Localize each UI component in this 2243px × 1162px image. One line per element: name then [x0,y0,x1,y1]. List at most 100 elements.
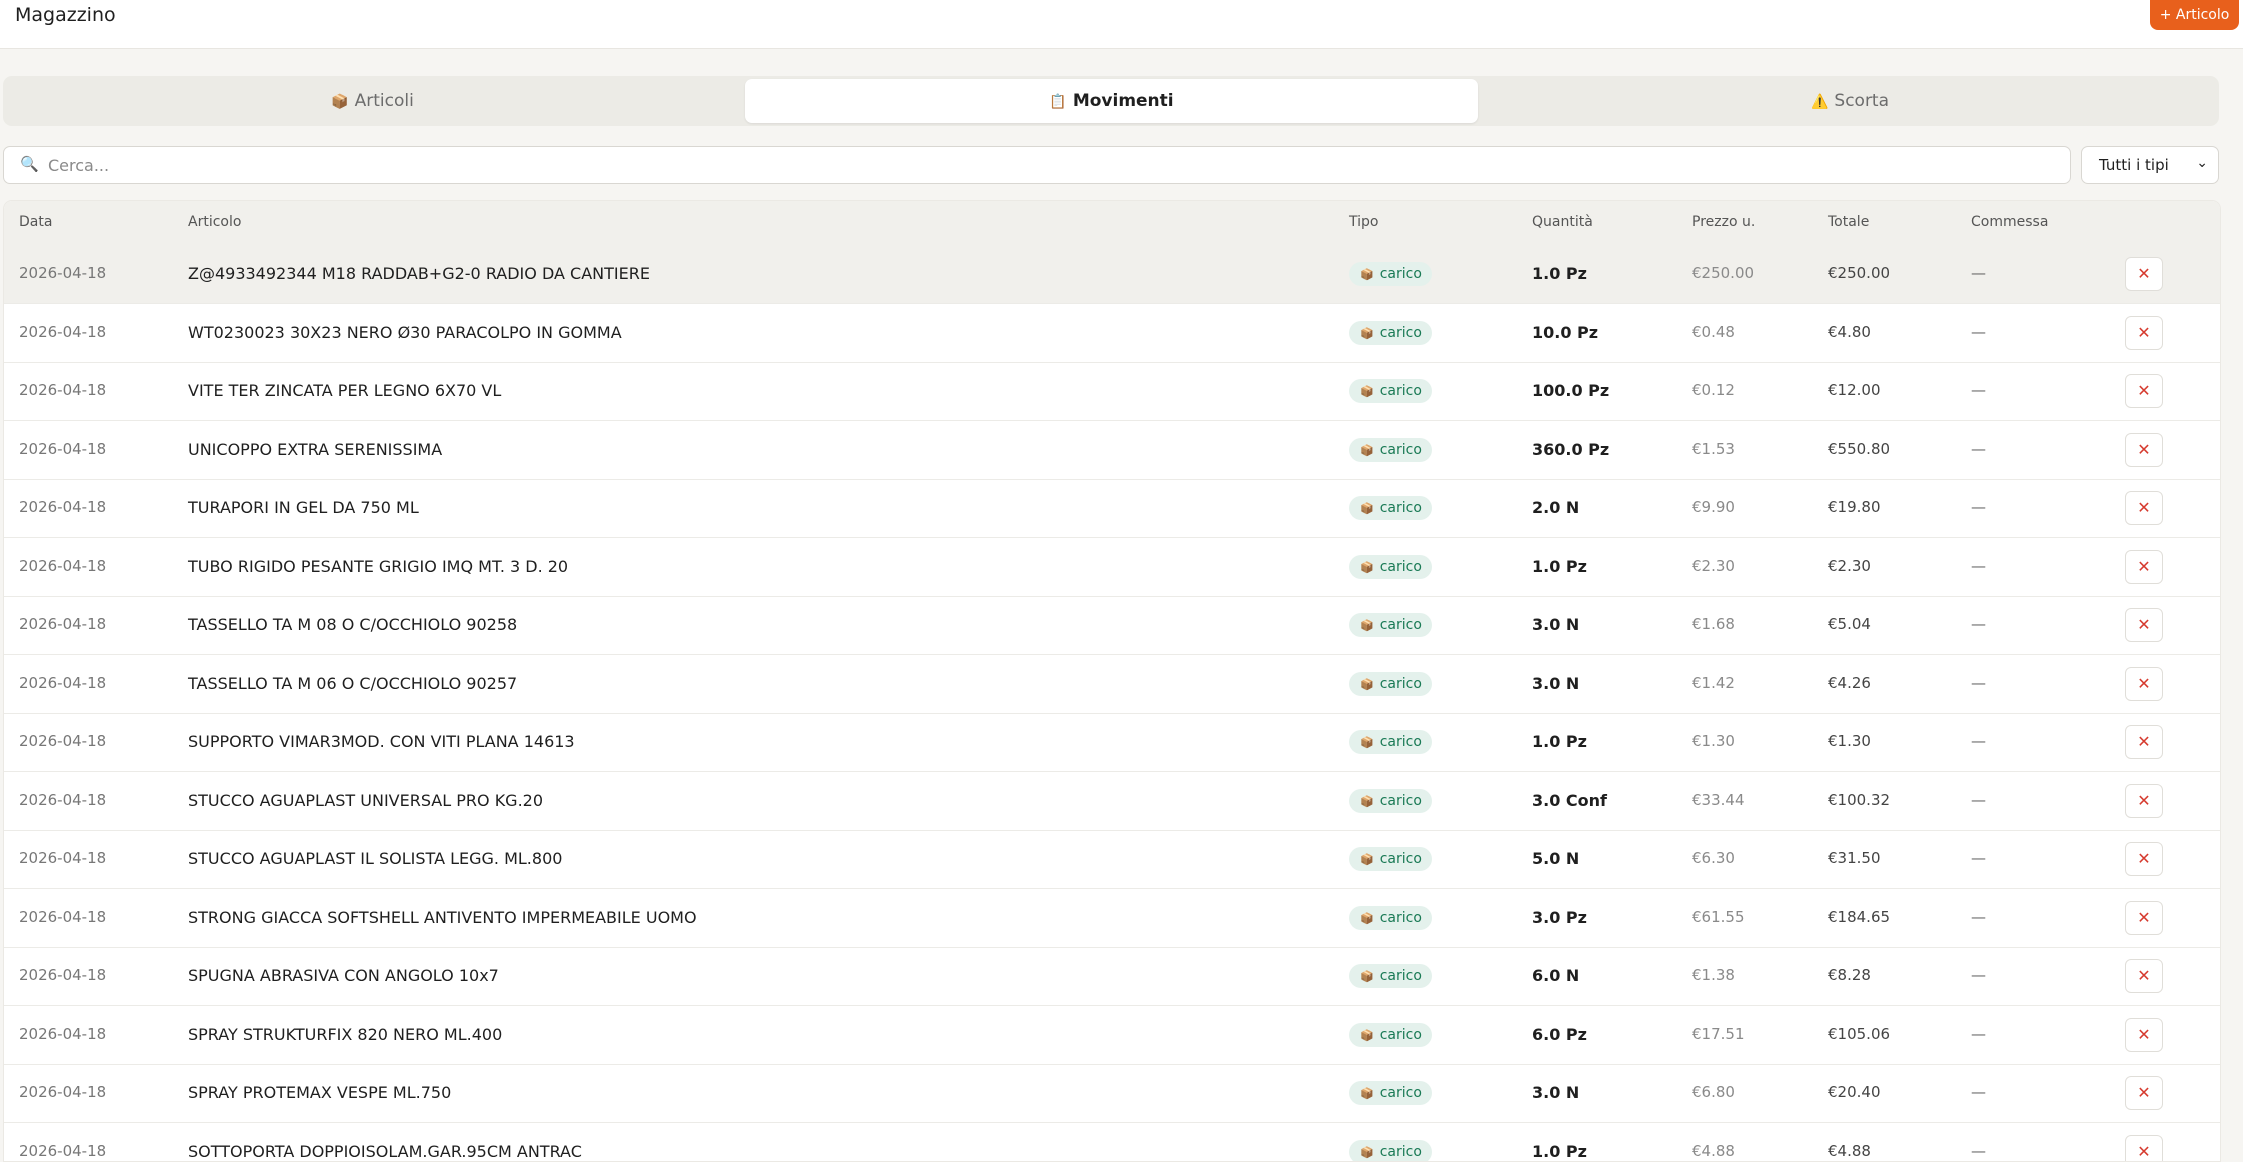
cell-quantity: 1.0 Pz [1532,732,1587,751]
cell-quantity: 3.0 Pz [1532,908,1587,927]
cell-unit-price: €1.53 [1692,440,1735,458]
tab-scorta[interactable]: ⚠️Scorta [1481,79,2219,123]
package-icon: 📦 [1360,970,1374,983]
delete-button[interactable]: ✕ [2125,1076,2163,1110]
cell-unit-price: €1.30 [1692,732,1735,750]
cell-unit-price: €1.42 [1692,674,1735,692]
table-row[interactable]: 2026-04-18STRONG GIACCA SOFTSHELL ANTIVE… [4,889,2220,948]
type-label: carico [1380,559,1422,575]
table-row[interactable]: 2026-04-18STUCCO AGUAPLAST UNIVERSAL PRO… [4,772,2220,831]
table-row[interactable]: 2026-04-18WT0230023 30X23 NERO Ø30 PARAC… [4,304,2220,363]
package-icon: 📦 [1360,1087,1374,1100]
delete-button[interactable]: ✕ [2125,550,2163,584]
type-badge: 📦 carico [1349,379,1432,403]
tab-articoli[interactable]: 📦Articoli [3,79,742,123]
package-icon: 📦 [1360,736,1374,749]
cell-total: €100.32 [1828,791,1890,809]
delete-button[interactable]: ✕ [2125,257,2163,291]
table-row[interactable]: 2026-04-18Z@4933492344 M18 RADDAB+G2-0 R… [4,245,2220,304]
cell-total: €184.65 [1828,908,1890,926]
delete-button[interactable]: ✕ [2125,433,2163,467]
header-commessa: Commessa [1971,214,2048,230]
table-row[interactable]: 2026-04-18SUPPORTO VIMAR3MOD. CON VITI P… [4,713,2220,772]
cell-article: TASSELLO TA M 06 O C/OCCHIOLO 90257 [188,674,517,693]
table-row[interactable]: 2026-04-18TURAPORI IN GEL DA 750 ML📦cari… [4,479,2220,538]
package-icon: 📦 [1360,853,1374,866]
cell-quantity: 3.0 N [1532,1083,1579,1102]
delete-button[interactable]: ✕ [2125,608,2163,642]
package-icon: 📦 [1360,1146,1374,1159]
cell-date: 2026-04-18 [19,557,106,575]
table-header: Data Articolo Tipo Quantità Prezzo u. To… [4,201,2220,246]
type-label: carico [1380,383,1422,399]
package-icon: 📦 [1360,327,1374,340]
delete-button[interactable]: ✕ [2125,667,2163,701]
table-row[interactable]: 2026-04-18TASSELLO TA M 06 O C/OCCHIOLO … [4,655,2220,714]
type-label: carico [1380,734,1422,750]
cell-date: 2026-04-18 [19,264,106,282]
type-label: carico [1380,1085,1422,1101]
type-badge: 📦carico [1349,496,1432,520]
add-article-button[interactable]: + Articolo [2150,0,2239,30]
type-label: carico [1380,1144,1422,1160]
type-label: carico [1380,617,1422,633]
movements-table: Data Articolo Tipo Quantità Prezzo u. To… [3,200,2221,1162]
table-row[interactable]: 2026-04-18VITE TER ZINCATA PER LEGNO 6X7… [4,362,2220,421]
cell-commessa: — [1971,498,1986,516]
table-row[interactable]: 2026-04-18SPRAY PROTEMAX VESPE ML.750📦ca… [4,1064,2220,1123]
package-icon: 📦 [1360,619,1374,632]
delete-button[interactable]: ✕ [2125,316,2163,350]
package-icon: 📦 [1360,1029,1374,1042]
type-badge: 📦 carico [1349,613,1432,637]
package-icon: 📦 [1360,385,1374,398]
delete-button[interactable]: ✕ [2125,901,2163,935]
type-filter-select[interactable]: Tutti i tipi ⌄ [2081,146,2219,184]
table-row[interactable]: 2026-04-18STUCCO AGUAPLAST IL SOLISTA LE… [4,830,2220,889]
search-input[interactable] [46,150,2050,180]
cell-total: €250.00 [1828,264,1890,282]
type-badge: 📦 carico [1349,730,1432,754]
cell-article: SOTTOPORTA DOPPIOISOLAM.GAR.95CM ANTRAC [188,1142,582,1161]
cell-total: €31.50 [1828,849,1881,867]
package-icon: 📦 [1360,268,1374,281]
cell-unit-price: €1.38 [1692,966,1735,984]
delete-button[interactable]: ✕ [2125,725,2163,759]
cell-article: WT0230023 30X23 NERO Ø30 PARACOLPO IN GO… [188,323,622,342]
cell-unit-price: €17.51 [1692,1025,1745,1043]
top-bar: Magazzino + Articolo [0,0,2243,49]
table-row[interactable]: 2026-04-18TUBO RIGIDO PESANTE GRIGIO IMQ… [4,538,2220,597]
cell-date: 2026-04-18 [19,615,106,633]
cell-article: SUPPORTO VIMAR3MOD. CON VITI PLANA 14613 [188,732,575,751]
table-row[interactable]: 2026-04-18SPUGNA ABRASIVA CON ANGOLO 10x… [4,947,2220,1006]
cell-unit-price: €0.48 [1692,323,1735,341]
delete-button[interactable]: ✕ [2125,491,2163,525]
cell-unit-price: €6.30 [1692,849,1735,867]
table-row[interactable]: 2026-04-18SPRAY STRUKTURFIX 820 NERO ML.… [4,1006,2220,1065]
table-row[interactable]: 2026-04-18SOTTOPORTA DOPPIOISOLAM.GAR.95… [4,1123,2220,1162]
delete-button[interactable]: ✕ [2125,374,2163,408]
delete-button[interactable]: ✕ [2125,1135,2163,1162]
cell-commessa: — [1971,323,1986,341]
tab-movimenti[interactable]: 📋Movimenti [745,79,1478,123]
table-row[interactable]: 2026-04-18UNICOPPO EXTRA SERENISSIMA📦car… [4,421,2220,480]
cell-total: €12.00 [1828,381,1881,399]
cell-article: VITE TER ZINCATA PER LEGNO 6X70 VL [188,381,501,400]
cell-article: TASSELLO TA M 08 O C/OCCHIOLO 90258 [188,615,517,634]
cell-quantity: 6.0 Pz [1532,1025,1587,1044]
cell-quantity: 3.0 N [1532,674,1579,693]
table-row[interactable]: 2026-04-18 TASSELLO TA M 08 O C/OCCHIOLO … [4,596,2220,655]
cell-commessa: — [1971,732,1986,750]
search-box: 🔍 [3,146,2071,184]
delete-button[interactable]: ✕ [2125,1018,2163,1052]
type-label: carico [1380,325,1422,341]
cell-article: TURAPORI IN GEL DA 750 ML [188,498,419,517]
cell-article: SPUGNA ABRASIVA CON ANGOLO 10x7 [188,966,499,985]
delete-button[interactable]: ✕ [2125,842,2163,876]
cell-commessa: — [1971,615,1986,633]
header-quantita: Quantità [1532,214,1593,230]
cell-date: 2026-04-18 [19,1025,106,1043]
search-icon: 🔍 [20,155,39,173]
delete-button[interactable]: ✕ [2125,784,2163,818]
delete-button[interactable]: ✕ [2125,959,2163,993]
tab-bar: 📦Articoli 📋Movimenti ⚠️Scorta [3,76,2219,126]
